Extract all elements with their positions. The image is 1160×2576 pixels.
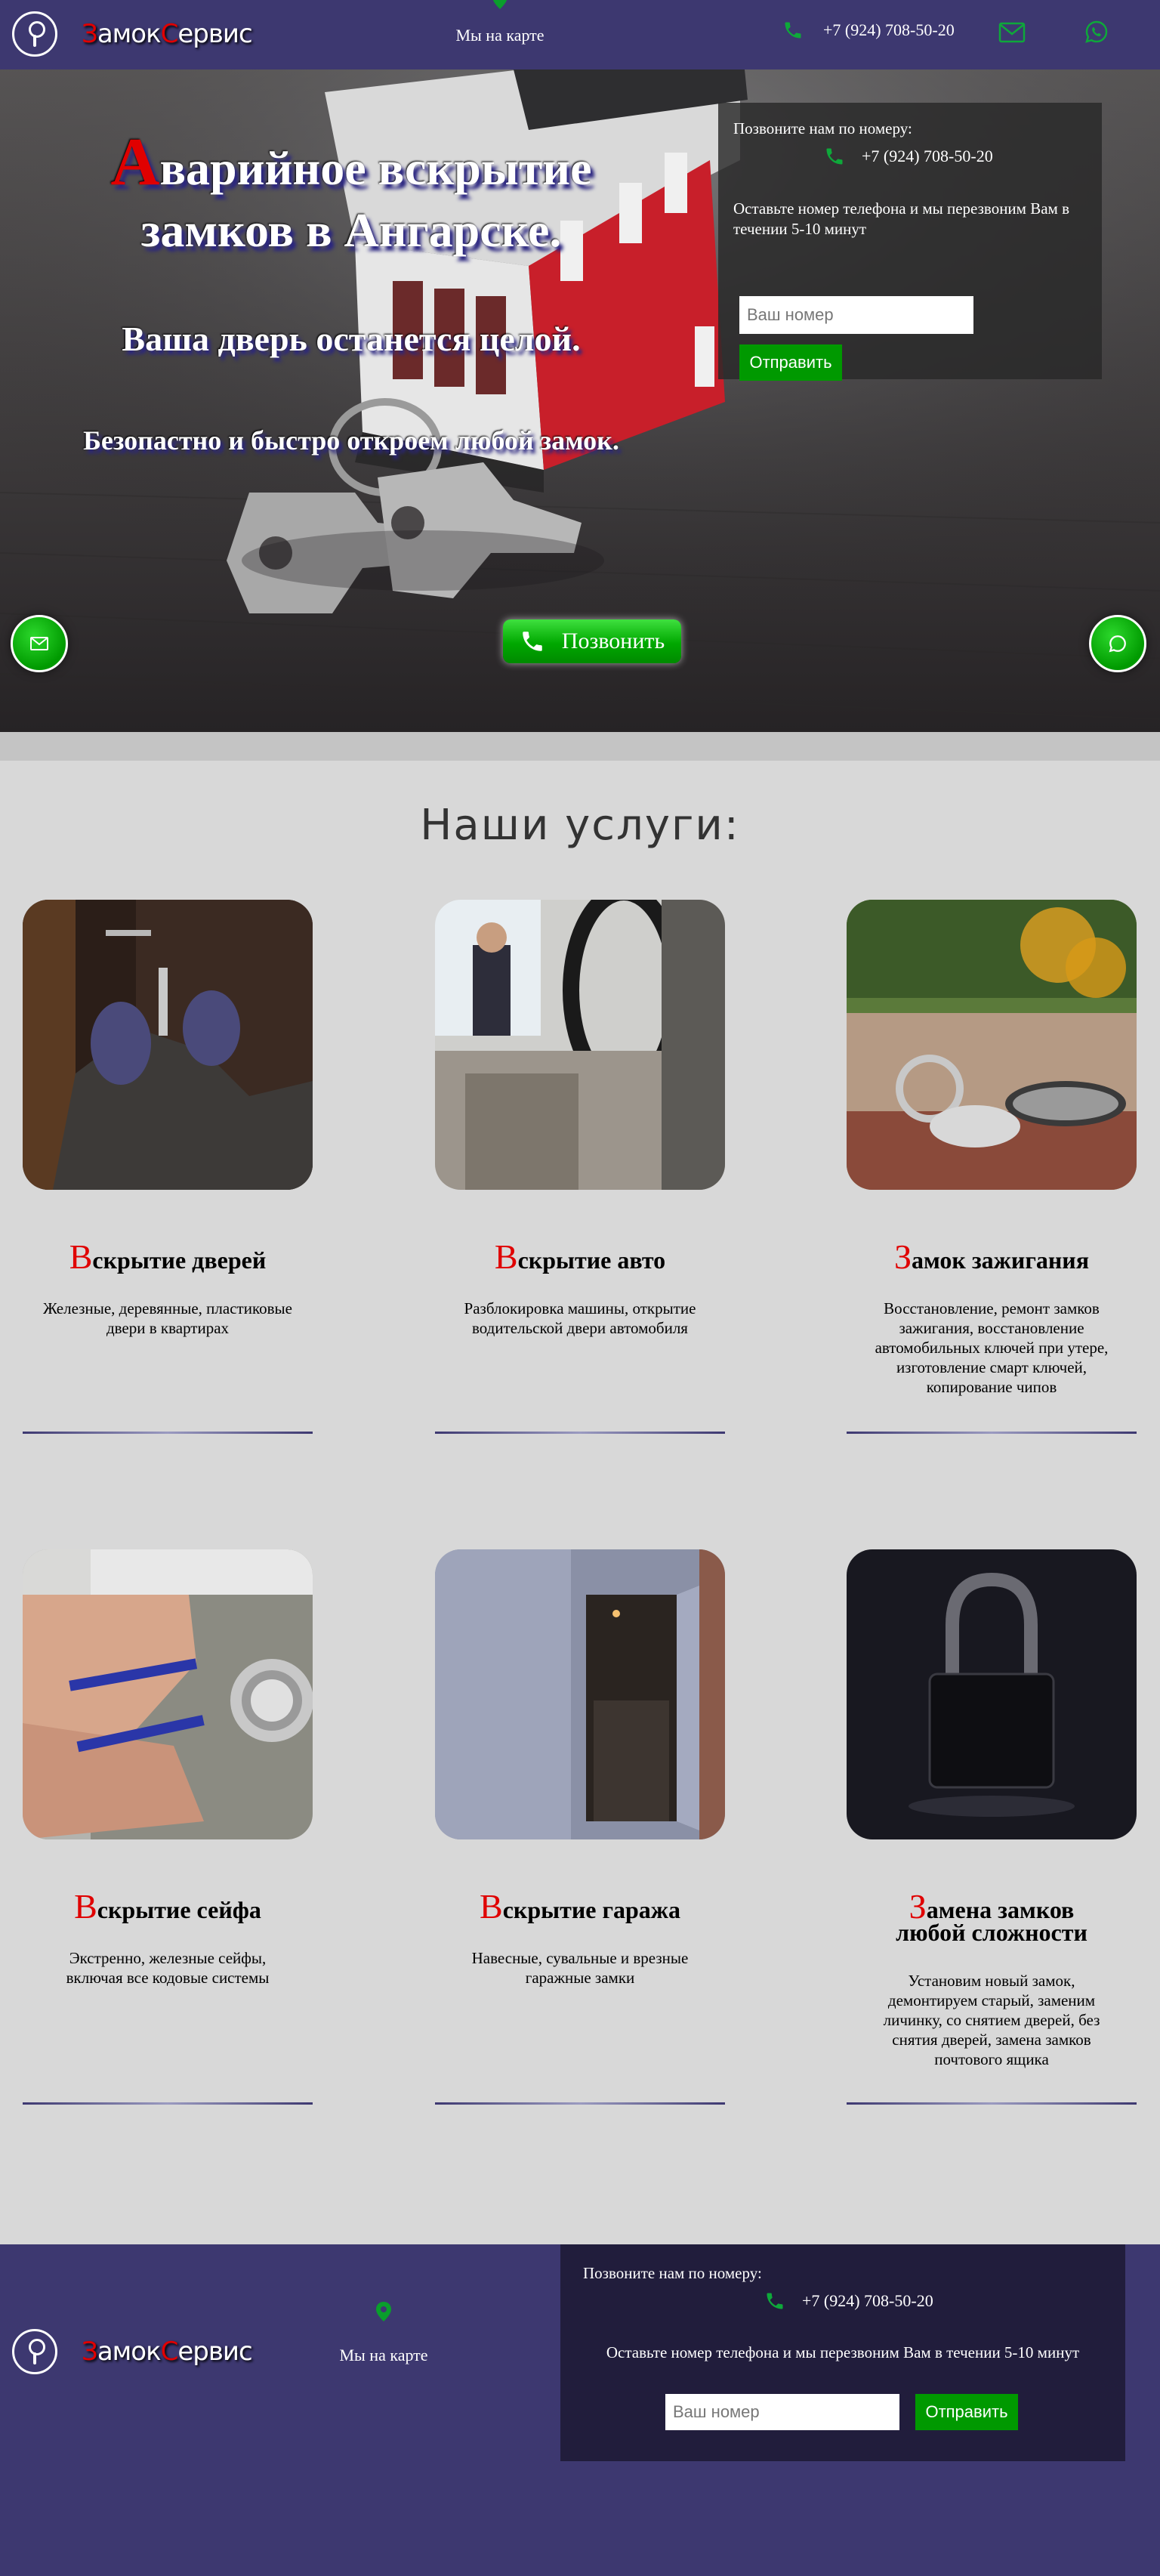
callback-text: Оставьте номер телефона и мы перезвоним … <box>606 2343 1080 2361</box>
header-phone-number: +7 (924) 708-50-20 <box>823 20 955 39</box>
garage-door-image <box>435 1549 725 1839</box>
map-label: Мы на карте <box>339 2346 428 2364</box>
hero-subtitle-2: Безопастно и быстро откроем любой замок. <box>83 425 619 456</box>
map-pin-icon <box>376 2302 391 2321</box>
padlock-image <box>847 1549 1137 1839</box>
phone-number-input[interactable]: Ваш номер <box>739 296 973 334</box>
card-divider <box>847 1432 1137 1434</box>
form-phone[interactable]: +7 (924) 708-50-20 <box>764 2290 1103 2312</box>
service-card-car[interactable]: Вскрытие авто Разблокировка машины, откр… <box>435 900 725 1338</box>
floating-mail-button[interactable] <box>11 615 68 672</box>
service-title: Вскрытие сейфа <box>74 1887 261 1926</box>
card-divider <box>847 2102 1137 2105</box>
service-title: Замок зажигания <box>893 1237 1090 1276</box>
service-description: Разблокировка машины, открытие водительс… <box>464 1299 696 1337</box>
service-description: Железные, деревянные, пластиковые двери … <box>43 1299 292 1337</box>
service-title: Вскрытие дверей <box>69 1237 267 1276</box>
phone-icon <box>785 22 801 39</box>
service-card-door[interactable]: Вскрытие дверей Железные, деревянные, пл… <box>23 900 313 1338</box>
service-title: Замена замков любой сложности <box>896 1887 1088 1946</box>
footer-map-link[interactable]: Мы на карте <box>314 2300 453 2365</box>
mail-icon[interactable] <box>998 21 1026 44</box>
phone-number-input[interactable]: Ваш номер <box>665 2394 899 2430</box>
hero-callback-form: Позвоните нам по номеру: +7 (924) 708-50… <box>718 103 1102 381</box>
phone-icon <box>767 2293 783 2309</box>
keyhole-icon <box>12 2329 57 2374</box>
service-card-lock-replacement[interactable]: Замена замков любой сложности Установим н… <box>847 1549 1137 2069</box>
safe-opening-image <box>23 1549 313 1839</box>
card-divider <box>435 2102 725 2105</box>
submit-button[interactable]: Отправить <box>739 344 842 381</box>
phone-icon <box>826 148 843 165</box>
service-description: Восстановление, ремонт замков зажигания,… <box>875 1299 1109 1396</box>
site-footer: ЗамокСервис Мы на карте Позвоните нам по… <box>0 2244 1160 2576</box>
form-phone[interactable]: +7 (924) 708-50-20 <box>824 146 1087 167</box>
callback-text: Оставьте номер телефона и мы перезвоним … <box>733 199 1069 238</box>
service-title: Вскрытие гаража <box>480 1887 680 1926</box>
call-button[interactable]: Позвонить <box>503 619 681 663</box>
keyhole-icon <box>12 11 57 57</box>
header-phone[interactable]: +7 (924) 708-50-20 <box>782 20 955 41</box>
map-pin-icon <box>492 0 508 9</box>
car-key-image <box>847 900 1137 1190</box>
map-label: Мы на карте <box>455 26 545 45</box>
services-title: Наши услуги: <box>420 801 740 850</box>
logo-text: ЗамокСервис <box>82 2337 253 2367</box>
service-card-safe[interactable]: Вскрытие сейфа Экстренно, железные сейфы… <box>23 1549 313 1988</box>
whatsapp-icon <box>1109 635 1126 653</box>
door-opening-image <box>23 900 313 1190</box>
hero-title: Аварийное вскрытие замков в Ангарске. <box>110 125 592 258</box>
logo-text: ЗамокСервис <box>82 19 253 49</box>
hero-section: Аварийное вскрытие замков в Ангарске. Ва… <box>0 69 1160 732</box>
service-card-ignition[interactable]: Замок зажигания Восстановление, ремонт з… <box>847 900 1137 1397</box>
logo[interactable]: ЗамокСервис <box>12 11 253 57</box>
hero-subtitle: Ваша дверь останется целой. <box>122 320 581 358</box>
map-link[interactable]: Мы на карте <box>430 0 569 45</box>
phone-icon <box>523 632 542 651</box>
whatsapp-icon[interactable] <box>1084 20 1109 44</box>
section-divider <box>0 732 1160 761</box>
site-header: ЗамокСервис Мы на карте +7 (924) 708-50-… <box>0 0 1160 69</box>
service-description: Навесные, сувальные и врезные гаражные з… <box>471 1949 689 1987</box>
call-label: Позвоните нам по номеру: <box>583 2264 762 2282</box>
card-divider <box>23 1432 313 1434</box>
car-opening-image <box>435 900 725 1190</box>
call-label: Позвоните нам по номеру: <box>733 119 912 137</box>
service-description: Экстренно, железные сейфы, включая все к… <box>66 1949 270 1987</box>
card-divider <box>23 2102 313 2105</box>
submit-button[interactable]: Отправить <box>915 2394 1018 2430</box>
service-card-garage[interactable]: Вскрытие гаража Навесные, сувальные и вр… <box>435 1549 725 1988</box>
footer-logo[interactable]: ЗамокСервис <box>12 2329 253 2374</box>
service-description: Установим новый замок, демонтируем стары… <box>883 1972 1100 2068</box>
card-divider <box>435 1432 725 1434</box>
service-title: Вскрытие авто <box>494 1237 666 1276</box>
mail-icon <box>30 637 48 650</box>
footer-callback-form: Позвоните нам по номеру: +7 (924) 708-50… <box>560 2244 1125 2461</box>
floating-whatsapp-button[interactable] <box>1089 615 1146 672</box>
